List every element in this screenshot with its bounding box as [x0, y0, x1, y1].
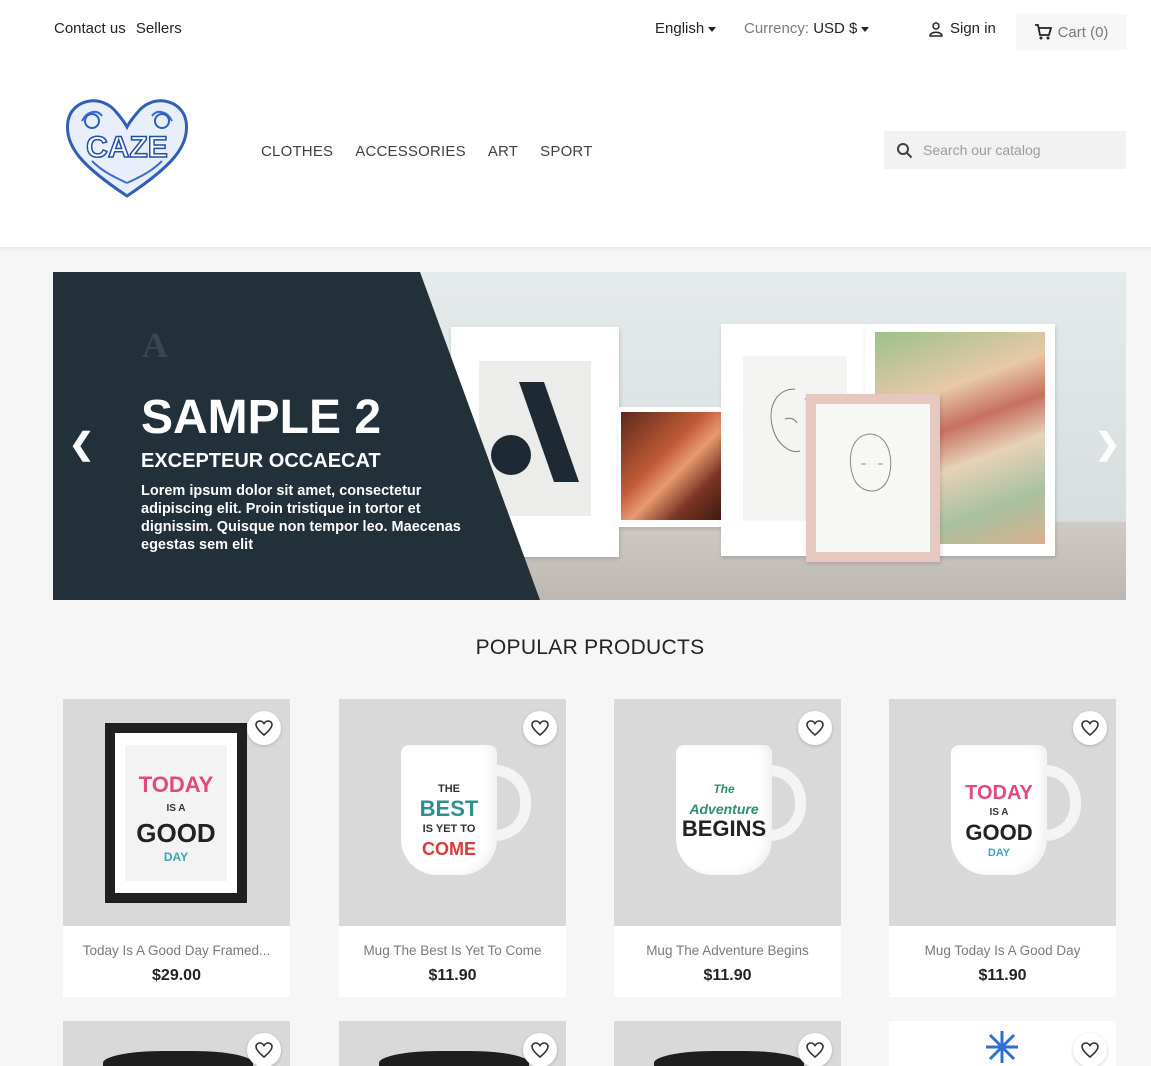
sellers-link[interactable]: Sellers: [136, 20, 182, 37]
product-card[interactable]: [614, 1021, 841, 1066]
letter-a-art: [491, 382, 579, 482]
shop-logo[interactable]: CAZE: [62, 91, 192, 201]
product-price: $11.90: [703, 967, 752, 984]
slider-prev-arrow-icon[interactable]: ❮: [69, 427, 94, 462]
top-links: Contact us Sellers: [54, 20, 188, 37]
product-card[interactable]: The Adventure BEGINS Mug The Adventure B…: [614, 699, 841, 997]
heart-icon: [806, 1042, 824, 1058]
heart-icon: [531, 1042, 549, 1058]
wishlist-button[interactable]: [523, 711, 557, 745]
product-card[interactable]: [63, 1021, 290, 1066]
snowflake-art-icon: [986, 1031, 1018, 1063]
language-selector[interactable]: English: [655, 20, 717, 37]
product-price: $11.90: [978, 967, 1027, 984]
cart-button[interactable]: Cart (0): [1016, 14, 1126, 50]
frame-photo-canyon: [618, 407, 728, 527]
heart-icon: [806, 720, 824, 736]
logo-text: CAZE: [86, 131, 168, 164]
slide-title: SAMPLE 2: [141, 391, 382, 444]
product-card[interactable]: [339, 1021, 566, 1066]
mug-art: THE BEST IS YET TO COME: [419, 783, 479, 859]
heart-icon: [531, 720, 549, 736]
shopping-cart-icon: [1034, 24, 1052, 40]
currency-value: USD $: [813, 20, 858, 37]
wishlist-button[interactable]: [1073, 1033, 1107, 1066]
currency-prefix: Currency:: [744, 20, 810, 37]
heart-icon: [1081, 1042, 1099, 1058]
top-nav: Contact us Sellers English Currency: USD…: [0, 0, 1151, 58]
search-icon[interactable]: [896, 142, 913, 159]
black-frame: TODAY IS A GOOD DAY: [105, 723, 247, 903]
product-card[interactable]: [889, 1021, 1116, 1066]
menu-item-sport[interactable]: SPORT: [540, 143, 592, 160]
product-price: $11.90: [428, 967, 477, 984]
header: CAZE CLOTHES ACCESSORIES ART SPORT: [0, 58, 1151, 248]
heart-icon: [255, 720, 273, 736]
product-card[interactable]: TODAY IS A GOOD DAY Mug Today Is A Good …: [889, 699, 1116, 997]
mug-art: The Adventure BEGINS: [681, 782, 767, 841]
slide-brand-mark: A: [142, 325, 168, 365]
contact-us-link[interactable]: Contact us: [54, 20, 126, 37]
product-card[interactable]: TODAY IS A GOOD DAY Today Is A Good Day …: [63, 699, 290, 997]
sign-in-link[interactable]: Sign in: [928, 20, 996, 37]
mug-art: TODAY IS A GOOD DAY: [965, 782, 1033, 859]
product-name[interactable]: Today Is A Good Day Framed...: [63, 943, 290, 958]
caret-down-icon: [708, 26, 717, 32]
menu-item-clothes[interactable]: CLOTHES: [261, 143, 333, 160]
slide-subtitle: EXCEPTEUR OCCAECAT: [141, 450, 381, 472]
heart-logo-icon: CAZE: [65, 99, 189, 198]
heart-icon: [255, 1042, 273, 1058]
wishlist-button[interactable]: [798, 711, 832, 745]
product-name[interactable]: Mug The Adventure Begins: [614, 943, 841, 958]
product-name[interactable]: Mug The Best Is Yet To Come: [339, 943, 566, 958]
wishlist-button[interactable]: [247, 711, 281, 745]
wishlist-button[interactable]: [523, 1033, 557, 1066]
caret-down-icon: [861, 26, 870, 32]
user-icon: [929, 21, 943, 37]
cart-label: Cart (0): [1057, 23, 1109, 41]
product-name[interactable]: Mug Today Is A Good Day: [889, 943, 1116, 958]
wishlist-button[interactable]: [247, 1033, 281, 1066]
menu-item-art[interactable]: ART: [488, 143, 518, 160]
portrait-sketch-art: [849, 433, 892, 492]
main-menu: CLOTHES ACCESSORIES ART SPORT: [261, 143, 593, 160]
popular-products-title: POPULAR PRODUCTS: [475, 636, 705, 659]
search-input[interactable]: [923, 142, 1113, 158]
frame-pink-sketch: [806, 394, 940, 562]
sign-in-label: Sign in: [950, 20, 996, 37]
wishlist-button[interactable]: [1073, 711, 1107, 745]
slider-next-arrow-icon[interactable]: ❯: [1095, 427, 1120, 462]
product-price: $29.00: [152, 967, 201, 984]
poster-art: TODAY IS A GOOD DAY: [125, 745, 227, 881]
wishlist-button[interactable]: [798, 1033, 832, 1066]
slide-description: Lorem ipsum dolor sit amet, consectetur …: [141, 483, 461, 553]
product-card[interactable]: THE BEST IS YET TO COME Mug The Best Is …: [339, 699, 566, 997]
currency-selector[interactable]: Currency: USD $: [744, 20, 870, 37]
heart-icon: [1081, 720, 1099, 736]
language-label: English: [655, 20, 705, 37]
menu-item-accessories[interactable]: ACCESSORIES: [355, 143, 466, 160]
hero-slider: A SAMPLE 2 EXCEPTEUR OCCAECAT Lorem ipsu…: [53, 272, 1126, 600]
search-box: [884, 131, 1126, 169]
